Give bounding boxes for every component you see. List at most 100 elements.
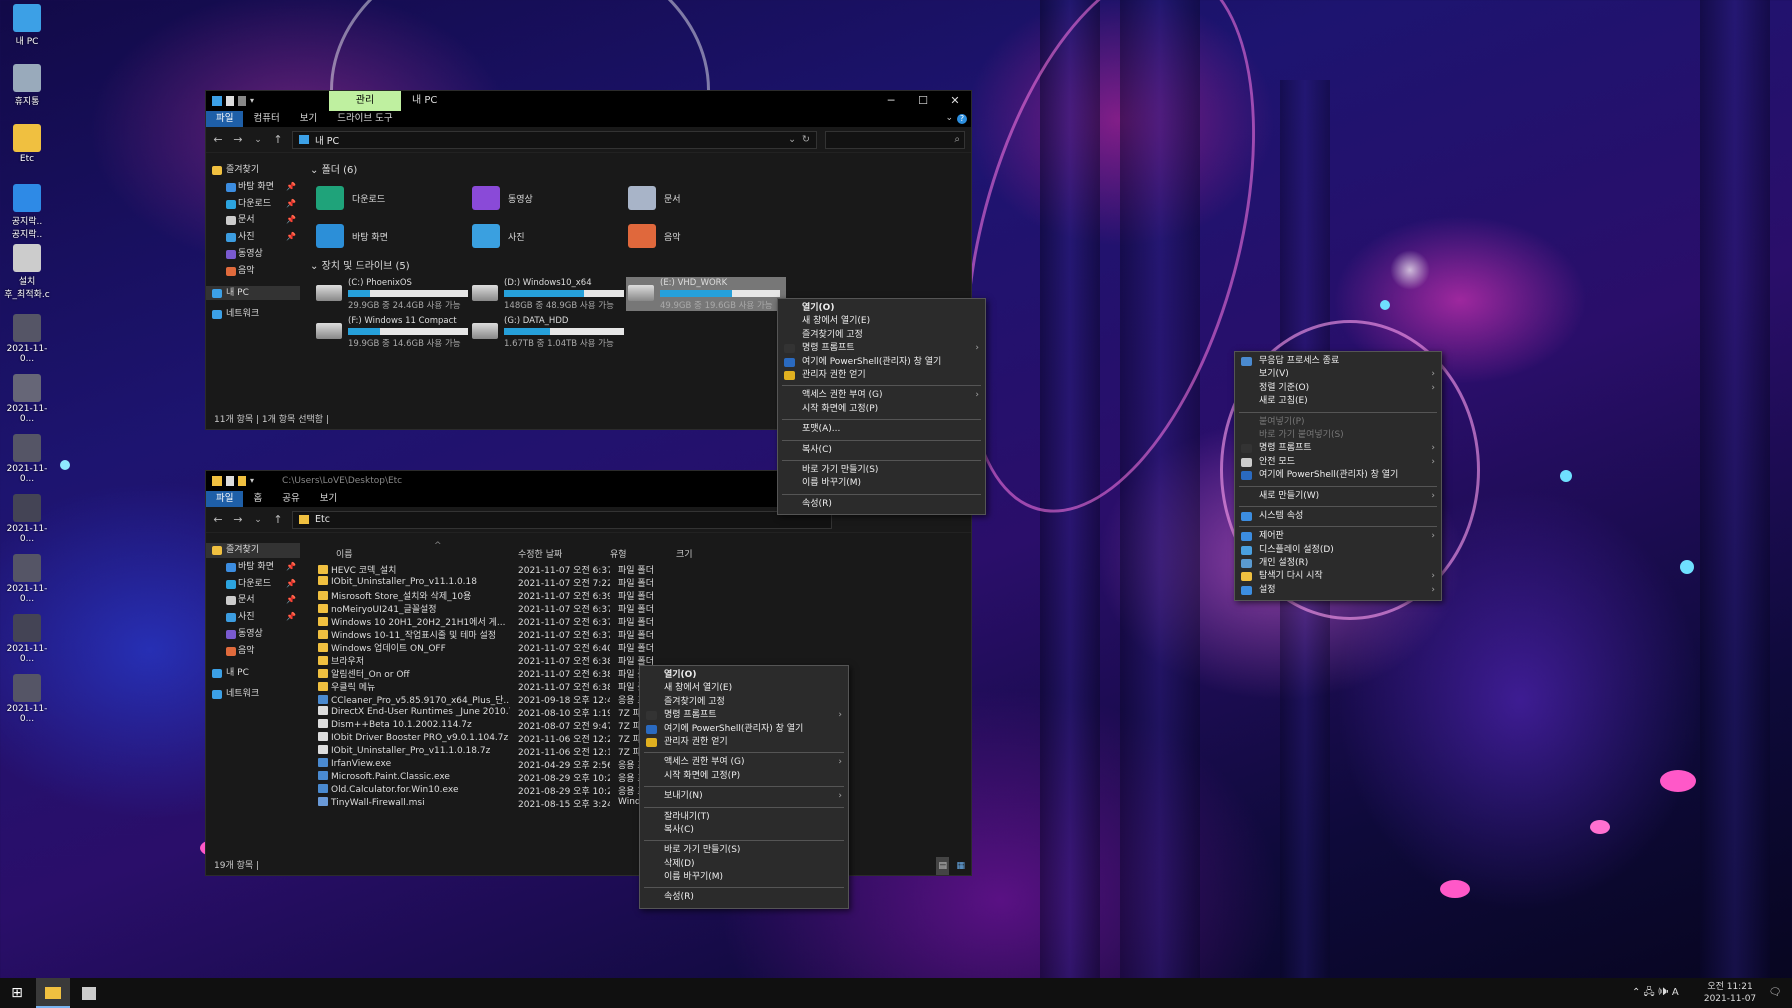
column-size[interactable]: 크기	[676, 547, 693, 560]
desktop-shortcut[interactable]: 2021-11-0...	[4, 674, 50, 724]
column-date[interactable]: 수정한 날짜	[518, 547, 562, 560]
nav-item[interactable]: 즐겨찾기	[206, 163, 300, 178]
menu-item[interactable]: 액세스 권한 부여 (G) ›	[640, 756, 848, 769]
properties-icon[interactable]	[226, 476, 234, 486]
menu-item[interactable]: 제어판 ›	[1235, 530, 1441, 543]
file-row[interactable]: Windows 업데이트 ON_OFF 2021-11-07 오전 6:40 파일 …	[310, 641, 970, 654]
menu-item[interactable]: 복사(C)	[640, 824, 848, 837]
maximize-button[interactable]: ☐	[907, 91, 939, 111]
nav-item[interactable]: 즐겨찾기	[206, 543, 300, 558]
back-button[interactable]: ←	[212, 133, 224, 146]
menu-item[interactable]: 디스플레이 설정(D)	[1235, 544, 1441, 557]
menu-item[interactable]: 정렬 기준(O) ›	[1235, 382, 1441, 395]
new-folder-icon[interactable]	[238, 96, 246, 106]
group-header-folders[interactable]: ⌄ 폴더 (6)	[310, 163, 971, 179]
menu-item[interactable]: 명령 프롬프트 ›	[640, 709, 848, 722]
menu-item[interactable]: 이름 바꾸기(M)	[778, 477, 985, 490]
column-name[interactable]: 이름	[336, 547, 353, 560]
desktop-shortcut[interactable]: 2021-11-0...	[4, 374, 50, 424]
ribbon-tab-share[interactable]: 공유	[272, 491, 309, 507]
desktop-shortcut[interactable]: Etc	[4, 124, 50, 164]
drive-tile[interactable]: (G:) DATA_HDD 1.67TB 중 1.04TB 사용 가능	[470, 315, 630, 349]
nav-item[interactable]: 음악	[206, 264, 300, 279]
desktop-shortcut[interactable]: 휴지통	[4, 64, 50, 107]
help-icon[interactable]: ?	[957, 114, 967, 124]
menu-item[interactable]: 즐겨찾기에 고정	[640, 696, 848, 709]
nav-item[interactable]: 음악	[206, 644, 300, 659]
menu-item[interactable]: 개인 설정(R)	[1235, 557, 1441, 570]
menu-item[interactable]: 잘라내기(T)	[640, 811, 848, 824]
nav-item[interactable]: 동영상	[206, 627, 300, 642]
context-tab-manage[interactable]: 관리	[329, 91, 401, 111]
desktop-shortcut[interactable]: 내 PC	[4, 4, 50, 47]
folder-tile[interactable]: 문서	[628, 181, 681, 215]
menu-item[interactable]: 액세스 권한 부여 (G) ›	[778, 389, 985, 402]
menu-item[interactable]: 설정 ›	[1235, 584, 1441, 597]
minimize-button[interactable]: ─	[875, 91, 907, 111]
menu-item[interactable]: 시스템 속성	[1235, 510, 1441, 523]
menu-item[interactable]: 삭제(D)	[640, 858, 848, 871]
menu-item[interactable]: 명령 프롬프트 ›	[778, 342, 985, 355]
column-type[interactable]: 유형	[610, 547, 627, 560]
drive-tile[interactable]: (D:) Windows10_x64 148GB 중 48.9GB 사용 가능	[470, 277, 630, 311]
forward-button[interactable]: →	[232, 133, 244, 146]
qat-dropdown-icon[interactable]: ▾	[250, 96, 258, 106]
address-dropdown-icon[interactable]: ⌄	[788, 134, 796, 145]
nav-item[interactable]: 다운로드 📌	[206, 197, 300, 212]
file-row[interactable]: IObit_Uninstaller_Pro_v11.1.0.18 2021-11-…	[310, 576, 970, 589]
start-button[interactable]: ⊞	[0, 978, 34, 1008]
qat-dropdown-icon[interactable]: ▾	[250, 476, 258, 486]
menu-item[interactable]: 복사(C)	[778, 444, 985, 457]
menu-item[interactable]: 보기(V) ›	[1235, 368, 1441, 381]
group-header-drives[interactable]: ⌄ 장치 및 드라이브 (5)	[310, 259, 410, 275]
menu-item[interactable]: 포맷(A)...	[778, 423, 985, 436]
ribbon-tab-home[interactable]: 홈	[243, 491, 272, 507]
menu-item[interactable]: 새 창에서 열기(E)	[778, 315, 985, 328]
ribbon-tab-file[interactable]: 파일	[206, 111, 244, 127]
menu-item[interactable]: 새 창에서 열기(E)	[640, 682, 848, 695]
menu-item[interactable]: 명령 프롬프트 ›	[1235, 442, 1441, 455]
nav-item[interactable]: 바탕 화면 📌	[206, 180, 300, 195]
file-row[interactable]: Windows 10-11_작업표시줄 및 테마 설정 2021-11-07 오전…	[310, 628, 970, 641]
folder-tile[interactable]: 다운로드	[316, 181, 385, 215]
search-input[interactable]: ⌕	[825, 130, 965, 149]
folder-tile[interactable]: 사진	[472, 219, 525, 253]
desktop-shortcut[interactable]: 2021-11-0...	[4, 434, 50, 484]
new-folder-icon[interactable]	[238, 476, 246, 486]
details-view-button[interactable]: ▤	[936, 857, 949, 875]
nav-item[interactable]: 다운로드 📌	[206, 577, 300, 592]
desktop-shortcut[interactable]: 2021-11-0...	[4, 554, 50, 604]
nav-item[interactable]: 내 PC	[206, 666, 300, 681]
menu-item[interactable]: 열기(O)	[640, 669, 848, 682]
drive-tile[interactable]: (C:) PhoenixOS 29.9GB 중 24.4GB 사용 가능	[314, 277, 474, 311]
store-taskbar-button[interactable]	[72, 978, 106, 1008]
menu-item[interactable]: 탐색기 다시 시작 ›	[1235, 570, 1441, 583]
desktop-shortcut[interactable]: 공지락.. 공지락..	[4, 184, 50, 240]
ribbon-tab-view[interactable]: 보기	[310, 491, 347, 507]
file-row[interactable]: HEVC 코덱_설치 2021-11-07 오전 6:37 파일 폴더	[310, 563, 970, 576]
file-explorer-taskbar-button[interactable]	[36, 978, 70, 1008]
nav-item[interactable]: 문서 📌	[206, 593, 300, 608]
recent-dropdown-icon[interactable]: ⌄	[252, 515, 264, 525]
file-row[interactable]: Windows 10 20H1_20H2_21H1에서 게... 2021-11-…	[310, 615, 970, 628]
ribbon-tab-computer[interactable]: 컴퓨터	[243, 111, 289, 127]
desktop-shortcut[interactable]: 설치 후_최적화.c	[4, 244, 50, 300]
menu-item[interactable]: 안전 모드 ›	[1235, 456, 1441, 469]
tiles-view-button[interactable]: ▦	[956, 857, 965, 875]
back-button[interactable]: ←	[212, 513, 224, 526]
window-titlebar[interactable]: ▾ 관리 내 PC ─ ☐ ✕	[206, 91, 971, 111]
ribbon-tab-view[interactable]: 보기	[290, 111, 327, 127]
folder-tile[interactable]: 바탕 화면	[316, 219, 388, 253]
drive-tile[interactable]: (F:) Windows 11 Compact 19.9GB 중 14.6GB 사…	[314, 315, 474, 349]
system-tray-icons[interactable]: ⌃ 🖧 🕪 A	[1632, 978, 1679, 1008]
menu-item[interactable]: 바로 가기 만들기(S)	[778, 464, 985, 477]
menu-item[interactable]: 열기(O)	[778, 302, 985, 315]
clock[interactable]: 오전 11:21 2021-11-07	[1700, 978, 1760, 1008]
menu-item[interactable]: 새로 만들기(W) ›	[1235, 490, 1441, 503]
file-row[interactable]: Misrosoft Store_설치와 삭제_10용 2021-11-07 오전 …	[310, 589, 970, 602]
menu-item[interactable]: 속성(R)	[640, 891, 848, 904]
up-button[interactable]: ↑	[272, 133, 284, 146]
menu-item[interactable]: 여기에 PowerShell(관리자) 창 열기	[640, 723, 848, 736]
drive-tile[interactable]: (E:) VHD_WORK 49.9GB 중 19.6GB 사용 가능	[626, 277, 786, 311]
menu-item[interactable]: 여기에 PowerShell(관리자) 창 열기	[778, 356, 985, 369]
